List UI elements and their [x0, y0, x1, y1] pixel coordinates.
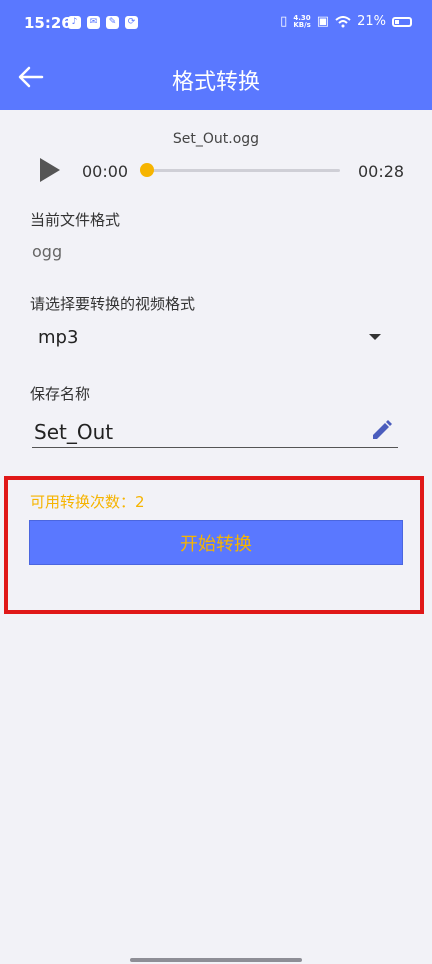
seek-bar[interactable]	[146, 169, 340, 172]
sync-icon: ⟳	[125, 16, 138, 29]
available-conversions: 可用转换次数：2	[30, 493, 145, 511]
notes-icon: ✎	[106, 16, 119, 29]
network-speed: 4.30 KB/s	[293, 14, 311, 29]
battery-percent: 21%	[357, 14, 386, 29]
total-time: 00:28	[358, 162, 405, 181]
current-format-label: 当前文件格式	[30, 211, 121, 229]
dropdown-arrow-icon[interactable]	[369, 334, 381, 340]
page-title: 格式转换	[171, 70, 260, 95]
network-speed-unit: KB/s	[293, 20, 311, 29]
status-indicators: ▯ 4.30 KB/s ▣ 21%	[280, 14, 412, 29]
vibrate-icon: ▯	[280, 14, 288, 29]
status-app-icons: ♪ ✉ ✎ ⟳	[68, 16, 138, 29]
seek-thumb[interactable]	[140, 163, 154, 177]
tiktok-icon: ♪	[68, 16, 81, 29]
sim-icon: ▣	[316, 14, 330, 29]
status-time: 15:26	[24, 14, 72, 32]
play-icon[interactable]	[38, 156, 62, 184]
target-format-label: 请选择要转换的视频格式	[30, 295, 196, 313]
home-indicator[interactable]	[130, 958, 302, 962]
wifi-icon	[335, 15, 351, 27]
app-bar: 格式转换	[0, 44, 432, 110]
status-bar: 15:26 ♪ ✉ ✎ ⟳ ▯ 4.30 KB/s ▣ 21%	[0, 0, 432, 44]
battery-icon	[392, 16, 412, 27]
file-name: Set_Out.ogg	[172, 131, 260, 147]
mail-icon: ✉	[87, 16, 100, 29]
format-select[interactable]: mp3	[38, 327, 78, 348]
current-time: 00:00	[82, 162, 129, 181]
save-name-label: 保存名称	[30, 385, 91, 403]
current-format-value: ogg	[32, 242, 63, 261]
save-name-input[interactable]	[32, 416, 398, 448]
pencil-icon[interactable]	[370, 418, 394, 442]
start-convert-button[interactable]: 开始转换	[29, 520, 403, 565]
